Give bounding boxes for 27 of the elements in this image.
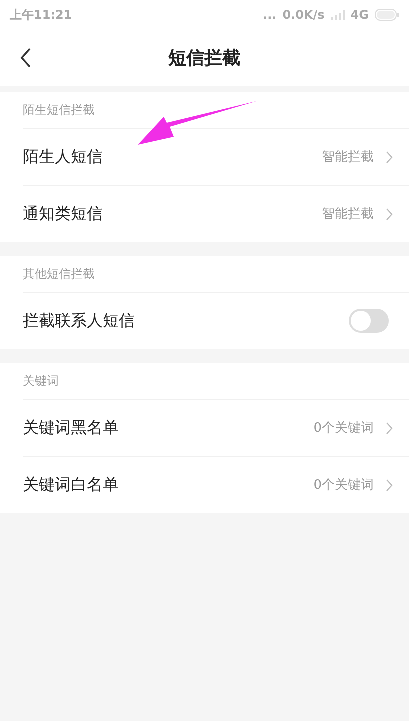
status-time: 上午11:21: [10, 6, 72, 24]
toggle-switch[interactable]: [349, 309, 389, 333]
row-value: 0个关键词: [314, 420, 374, 437]
row-value: 智能拦截: [322, 206, 374, 223]
chevron-icon: [386, 150, 393, 164]
row-value: 0个关键词: [314, 477, 374, 494]
settings-row[interactable]: 通知类短信 智能拦截: [23, 186, 409, 242]
chevron-icon: [386, 422, 393, 434]
settings-row[interactable]: 关键词黑名单 0个关键词: [23, 400, 409, 457]
row-label: 关键词黑名单: [23, 418, 120, 438]
row-label: 关键词白名单: [23, 474, 120, 496]
section-header: 关键词: [23, 363, 409, 400]
settings-row[interactable]: 关键词白名单 0个关键词: [23, 457, 409, 513]
settings-row[interactable]: 拦截联系人短信: [23, 293, 409, 349]
row-label: 通知类短信: [23, 204, 104, 224]
network-speed: 0.0K/s: [282, 8, 325, 22]
section-header: 其他短信拦截: [23, 256, 409, 293]
signal-icon: [330, 10, 345, 20]
status-dots: ...: [263, 8, 277, 22]
page-title: 短信拦截: [168, 47, 240, 70]
chevron-icon: [386, 478, 393, 492]
row-value: 智能拦截: [322, 149, 374, 166]
row-label: 陌生人短信: [23, 146, 104, 168]
chevron-icon: [386, 208, 393, 220]
row-label: 拦截联系人短信: [23, 310, 136, 332]
network-type: 4G: [350, 8, 369, 22]
battery-icon: [375, 9, 399, 21]
